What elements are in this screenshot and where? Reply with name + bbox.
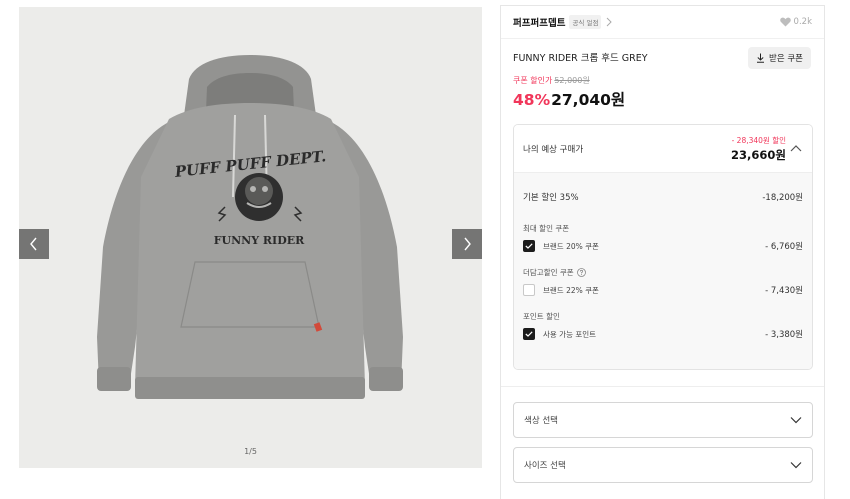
product-image-gallery[interactable]: PUFF PUFF DEPT. FUNNY RIDER 1/5 xyxy=(19,7,482,468)
more-coupon-row[interactable]: 브랜드 22% 쿠폰 - 7,430원 xyxy=(523,279,803,301)
price-block: 쿠폰 할인가 52,000원 48%27,040원 xyxy=(501,69,824,121)
estimated-price-values: - 28,340원 할인 23,660원 xyxy=(731,135,786,163)
point-discount-title-text: 포인트 할인 xyxy=(523,311,560,321)
download-icon xyxy=(757,53,765,63)
more-coupon-title: 더담고할인 쿠폰 xyxy=(523,265,803,279)
coupon-price-label: 쿠폰 할인가 xyxy=(513,76,553,85)
max-coupon-title-text: 최대 할인 쿠폰 xyxy=(523,223,570,233)
chevron-down-icon xyxy=(790,462,802,469)
help-icon[interactable] xyxy=(576,267,586,277)
color-select-placeholder: 색상 선택 xyxy=(524,416,558,426)
received-coupon-label: 받은 쿠폰 xyxy=(769,54,803,64)
image-counter: 1/5 xyxy=(244,447,257,456)
original-price: 52,000원 xyxy=(554,76,590,85)
check-icon xyxy=(525,331,533,337)
prev-image-button[interactable] xyxy=(19,229,49,259)
point-discount-title: 포인트 할인 xyxy=(523,309,803,323)
chevron-right-icon[interactable] xyxy=(605,17,613,27)
check-icon xyxy=(525,243,533,249)
basic-discount-amount: -18,200원 xyxy=(762,193,803,203)
point-label: 사용 가능 포인트 xyxy=(543,329,597,339)
chevron-down-icon xyxy=(790,417,802,424)
received-coupon-button[interactable]: 받은 쿠폰 xyxy=(748,47,811,69)
basic-discount-label: 기본 할인 35% xyxy=(523,193,579,203)
chevron-left-icon xyxy=(30,237,37,251)
brand-coupon-amount: - 6,760원 xyxy=(765,242,803,252)
more-coupon-checkbox[interactable] xyxy=(523,284,535,296)
section-divider xyxy=(501,386,824,387)
estimated-price-header[interactable]: 나의 예상 구매가 - 28,340원 할인 23,660원 xyxy=(514,125,812,173)
point-row[interactable]: 사용 가능 포인트 - 3,380원 xyxy=(523,323,803,345)
next-image-button[interactable] xyxy=(452,229,482,259)
product-info-panel: 퍼프퍼프뎁트 공식 얼점 0.2k FUNNY RIDER 크롭 후드 GREY… xyxy=(500,5,825,499)
official-store-badge: 공식 얼점 xyxy=(569,15,602,29)
heart-icon xyxy=(779,17,791,27)
sale-price-line: 48%27,040원 xyxy=(513,88,812,110)
print-text-bottom: FUNNY RIDER xyxy=(214,234,305,247)
size-select-placeholder: 사이즈 선택 xyxy=(524,461,566,471)
estimated-price: 23,660원 xyxy=(731,147,786,162)
brand-coupon-row[interactable]: 브랜드 20% 쿠폰 - 6,760원 xyxy=(523,235,803,257)
point-amount: - 3,380원 xyxy=(765,330,803,340)
color-select[interactable]: 색상 선택 xyxy=(513,402,813,438)
like-count: 0.2k xyxy=(793,17,812,27)
chevron-up-icon[interactable] xyxy=(790,144,802,153)
estimated-price-label: 나의 예상 구매가 xyxy=(523,144,584,155)
size-select[interactable]: 사이즈 선택 xyxy=(513,447,813,483)
brand-coupon-label: 브랜드 20% 쿠폰 xyxy=(543,241,599,251)
product-image: PUFF PUFF DEPT. FUNNY RIDER xyxy=(97,55,403,399)
discount-breakdown: 기본 할인 35% -18,200원 최대 할인 쿠폰 브랜드 20% 쿠폰 -… xyxy=(514,173,812,369)
like-button[interactable]: 0.2k xyxy=(779,17,812,27)
max-coupon-title: 최대 할인 쿠폰 xyxy=(523,221,803,235)
more-coupon-title-text: 더담고할인 쿠폰 xyxy=(523,267,574,277)
coupon-price-line: 쿠폰 할인가 52,000원 xyxy=(513,75,812,86)
basic-discount-row: 기본 할인 35% -18,200원 xyxy=(523,173,803,221)
brand-row: 퍼프퍼프뎁트 공식 얼점 0.2k xyxy=(501,6,824,39)
point-checkbox[interactable] xyxy=(523,328,535,340)
estimated-price-box: 나의 예상 구매가 - 28,340원 할인 23,660원 기본 할인 35%… xyxy=(513,124,813,370)
more-coupon-label: 브랜드 22% 쿠폰 xyxy=(543,285,599,295)
brand-name-link[interactable]: 퍼프퍼프뎁트 xyxy=(513,15,565,29)
sale-price: 27,040원 xyxy=(551,91,626,109)
more-coupon-amount: - 7,430원 xyxy=(765,286,803,296)
discount-percent: 48% xyxy=(513,91,551,109)
total-discount: - 28,340원 할인 xyxy=(731,135,786,145)
chevron-right-icon xyxy=(464,237,471,251)
brand-coupon-checkbox[interactable] xyxy=(523,240,535,252)
